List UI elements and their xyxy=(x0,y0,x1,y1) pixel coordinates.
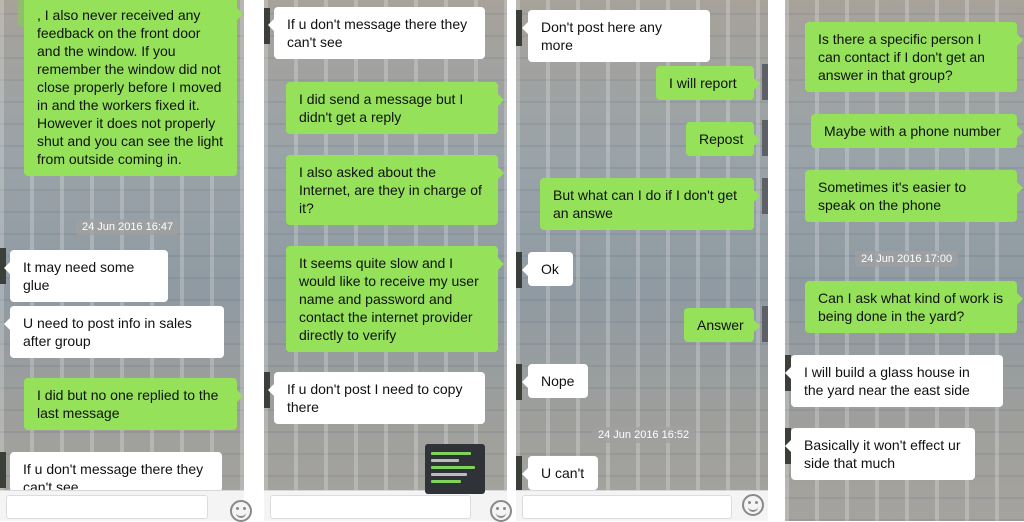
message-text: But what can I do if I don't get an answ… xyxy=(553,187,738,221)
message-text: If u don't post I need to copy there xyxy=(287,381,463,415)
input-bar xyxy=(516,490,768,521)
timestamp: 24 Jun 2016 17:00 xyxy=(855,251,959,267)
chat-panel-2: If u don't message there they can't see … xyxy=(264,0,507,521)
message-text: If u don't message there they can't see xyxy=(23,461,204,492)
avatar-icon xyxy=(762,178,768,214)
message-text: Can I ask what kind of work is being don… xyxy=(818,290,1004,324)
message-text: If u don't message there they can't see xyxy=(287,16,468,50)
message-text: U need to post info in sales after group xyxy=(23,315,192,349)
message-text: I will build a glass house in the yard n… xyxy=(804,364,970,398)
message-bubble[interactable]: Don't post here any more xyxy=(522,10,710,62)
message-bubble[interactable]: I will report xyxy=(656,66,760,100)
message-text: I will report xyxy=(669,75,737,91)
message-text: Nope xyxy=(541,373,575,389)
message-bubble[interactable]: Repost xyxy=(686,122,760,156)
message-bubble[interactable]: Basically it won't effect ur side that m… xyxy=(785,428,975,480)
timestamp: 24 Jun 2016 16:47 xyxy=(76,219,180,235)
message-bubble[interactable]: Can I ask what kind of work is being don… xyxy=(805,281,1023,333)
timestamp: 24 Jun 2016 16:52 xyxy=(592,427,696,443)
emoji-icon[interactable] xyxy=(490,500,512,522)
message-bubble[interactable]: It may need some glue xyxy=(4,250,168,302)
message-bubble[interactable]: U need to post info in sales after group xyxy=(4,306,224,358)
message-text: Basically it won't effect ur side that m… xyxy=(804,437,961,471)
input-bar xyxy=(264,490,507,521)
message-bubble[interactable]: Sometimes it's easier to speak on the ph… xyxy=(805,170,1023,222)
message-text: Ok xyxy=(541,261,559,277)
message-text: Repost xyxy=(699,131,744,147)
message-bubble[interactable]: But what can I do if I don't get an answ… xyxy=(540,178,760,230)
emoji-icon[interactable] xyxy=(742,494,764,516)
message-bubble[interactable]: It seems quite slow and I would like to … xyxy=(286,246,504,352)
message-bubble[interactable]: I also asked about the Internet, are the… xyxy=(286,155,504,225)
message-text: , I also never received any feedback on … xyxy=(37,7,224,167)
input-bar xyxy=(0,490,244,521)
message-text: I did but no one replied to the last mes… xyxy=(37,387,219,421)
message-text: Don't post here any more xyxy=(541,19,662,53)
message-text: It may need some glue xyxy=(23,259,135,293)
message-text: U can't xyxy=(541,465,585,481)
message-text: Is there a specific person I can contact… xyxy=(818,31,985,83)
message-bubble[interactable]: I will build a glass house in the yard n… xyxy=(785,355,1003,407)
message-bubble[interactable]: If u don't message there they can't see xyxy=(268,7,485,59)
message-input[interactable] xyxy=(6,495,208,519)
message-text: I did send a message but I didn't get a … xyxy=(299,91,464,125)
message-bubble[interactable]: Is there a specific person I can contact… xyxy=(805,22,1023,92)
message-bubble[interactable]: If u don't message there they can't see xyxy=(10,452,222,492)
message-bubble[interactable]: , I also never received any feedback on … xyxy=(24,0,243,176)
emoji-icon[interactable] xyxy=(230,500,252,522)
message-bubble[interactable]: U can't xyxy=(522,456,598,490)
message-text: Sometimes it's easier to speak on the ph… xyxy=(818,179,967,213)
message-bubble[interactable]: I did but no one replied to the last mes… xyxy=(24,378,243,430)
avatar-icon xyxy=(762,120,768,156)
message-text: It seems quite slow and I would like to … xyxy=(299,255,479,343)
message-input[interactable] xyxy=(270,495,471,519)
message-text: I also asked about the Internet, are the… xyxy=(299,164,482,216)
avatar-icon xyxy=(762,306,768,342)
chat-panel-3: Don't post here any more I will report R… xyxy=(516,0,768,521)
avatar-icon xyxy=(0,452,6,488)
message-bubble[interactable]: If u don't post I need to copy there xyxy=(268,372,485,424)
message-bubble[interactable]: Maybe with a phone number xyxy=(811,114,1023,148)
message-bubble[interactable]: Answer xyxy=(684,308,760,342)
message-text: Maybe with a phone number xyxy=(824,123,1001,139)
message-input[interactable] xyxy=(522,495,732,519)
avatar-icon xyxy=(762,64,768,100)
message-text: Answer xyxy=(697,317,744,333)
chat-panel-4: Is there a specific person I can contact… xyxy=(785,0,1024,521)
message-bubble[interactable]: Nope xyxy=(522,364,588,398)
chat-panel-1: , I also never received any feedback on … xyxy=(0,0,244,521)
message-bubble[interactable]: Ok xyxy=(522,252,573,286)
image-thumbnail-icon[interactable] xyxy=(425,444,485,494)
message-bubble[interactable]: I did send a message but I didn't get a … xyxy=(286,82,504,134)
